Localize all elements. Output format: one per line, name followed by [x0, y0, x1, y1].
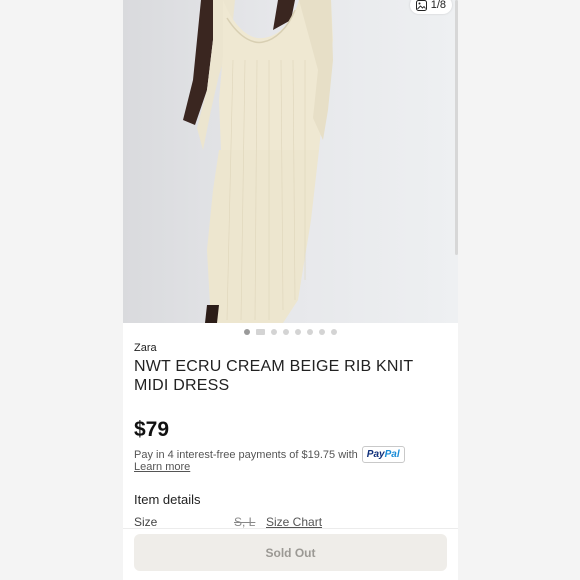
learn-more-link[interactable]: Learn more — [134, 461, 190, 473]
carousel-dots[interactable] — [123, 326, 458, 338]
listing-panel: 1/8 Zara NWT ECRU CREAM BEIGE RIB KNIT M… — [123, 0, 458, 580]
listing-title: NWT ECRU CREAM BEIGE RIB KNIT MIDI DRESS — [134, 358, 414, 394]
paypal-logo-icon: Pay Pal — [361, 446, 405, 463]
sold-out-button[interactable]: Sold Out — [134, 534, 447, 571]
listing-price: $79 — [134, 418, 170, 441]
image-gallery-icon — [415, 0, 427, 11]
carousel-dot[interactable] — [331, 329, 337, 335]
installment-text: Pay in 4 interest-free payments of $19.7… — [134, 448, 358, 461]
carousel-dot[interactable] — [319, 329, 325, 335]
action-bar: Sold Out — [123, 528, 458, 580]
size-chart-link[interactable]: Size Chart — [266, 515, 322, 529]
size-values: S, L — [234, 515, 256, 529]
carousel-dot[interactable] — [283, 329, 289, 335]
video-dot-icon[interactable] — [256, 329, 265, 335]
dress-model-illustration — [183, 0, 333, 323]
carousel-dot[interactable] — [271, 329, 277, 335]
photo-counter-text: 1/8 — [430, 0, 446, 11]
carousel-dot[interactable] — [307, 329, 313, 335]
brand-link[interactable]: Zara — [134, 342, 157, 354]
carousel-dot[interactable] — [295, 329, 301, 335]
item-details-heading: Item details — [134, 492, 201, 507]
product-photo[interactable]: 1/8 — [123, 0, 458, 323]
size-label: Size — [134, 515, 158, 529]
scrollbar[interactable] — [455, 0, 458, 255]
photo-counter: 1/8 — [409, 0, 452, 14]
carousel-dot[interactable] — [244, 329, 250, 335]
